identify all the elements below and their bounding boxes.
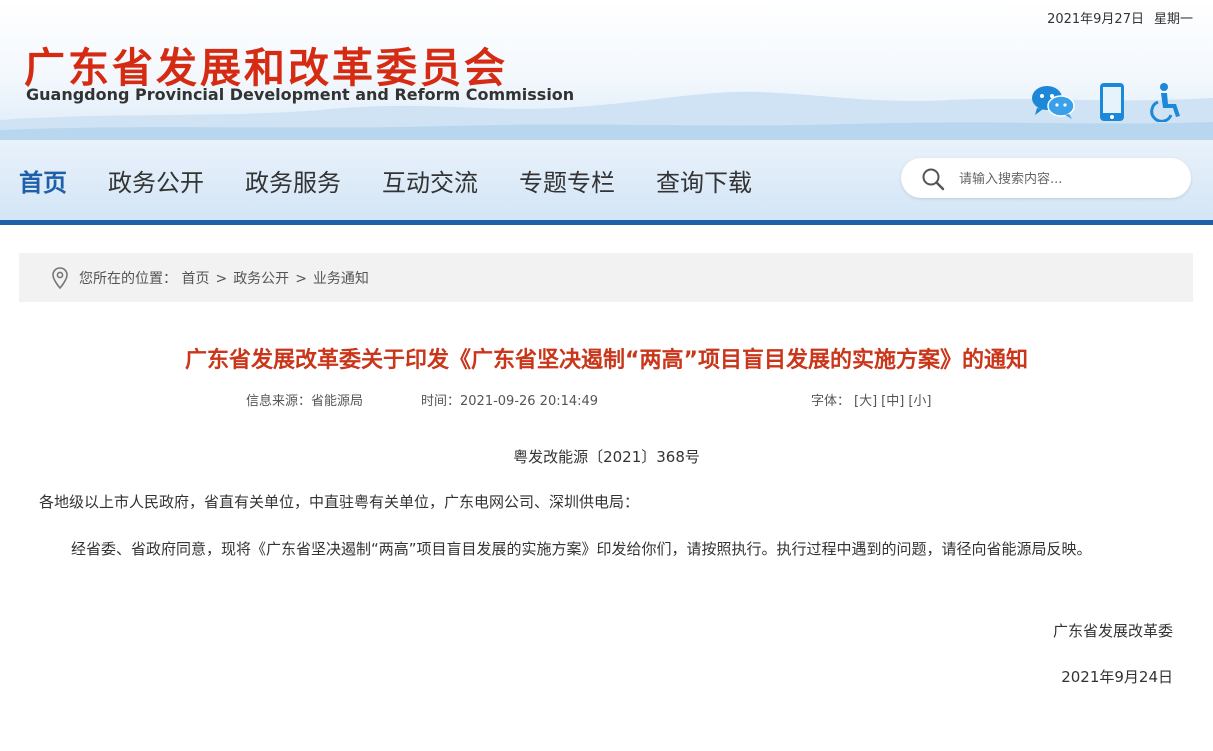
search-box <box>901 158 1191 198</box>
date-text: 2021年9月27日 <box>1047 12 1144 27</box>
body-paragraph: 经省委、省政府同意，现将《广东省坚决遏制“两高”项目盲目发展的实施方案》印发给你… <box>71 540 1092 558</box>
header-quick-icons <box>1007 82 1183 122</box>
font-size-controls: 字体： [大] [中] [小] <box>811 390 931 409</box>
site-logo-en: Guangdong Provincial Development and Ref… <box>26 85 575 104</box>
font-size-medium[interactable]: [中] <box>881 394 904 409</box>
article-time: 时间：2021-09-26 20:14:49 <box>421 394 599 409</box>
breadcrumb-label: 您所在的位置： <box>79 271 177 287</box>
breadcrumb-item-home[interactable]: 首页 <box>181 271 209 287</box>
nav-menu: 首页 政务公开 政务服务 互动交流 专题专栏 查询下载 <box>19 140 793 220</box>
site-header: 2021年9月27日 星期一 广东省发展和改革委员会 Guangdong Prov… <box>0 0 1213 140</box>
font-size-label: 字体： <box>811 394 851 409</box>
article-title: 广东省发展改革委关于印发《广东省坚决遏制“两高”项目盲目发展的实施方案》的通知 <box>185 348 1028 373</box>
font-size-small[interactable]: [小] <box>908 394 931 409</box>
breadcrumb-item-government-affairs[interactable]: 政务公开 <box>233 271 289 287</box>
article-source: 信息来源：省能源局 <box>246 394 364 409</box>
signer-organization: 广东省发展改革委 <box>1052 622 1173 640</box>
breadcrumb-separator: > <box>295 271 307 287</box>
current-date: 2021年9月27日 星期一 <box>1037 8 1193 27</box>
breadcrumb: 您所在的位置： 首页 > 政务公开 > 业务通知 <box>19 253 1193 302</box>
breadcrumb-text: 您所在的位置： 首页 > 政务公开 > 业务通知 <box>79 268 369 288</box>
sign-date: 2021年9月24日 <box>1061 668 1173 686</box>
accessibility-icon[interactable] <box>1149 82 1183 122</box>
document-number: 粤发改能源〔2021〕368号 <box>513 448 700 466</box>
location-pin-icon <box>52 267 68 289</box>
breadcrumb-item-business-notice[interactable]: 业务通知 <box>313 271 369 287</box>
mobile-icon[interactable] <box>1099 82 1125 122</box>
wechat-icon[interactable] <box>1031 84 1075 120</box>
nav-item-interaction[interactable]: 互动交流 <box>382 163 478 198</box>
nav-item-home[interactable]: 首页 <box>19 163 67 198</box>
search-icon[interactable] <box>921 167 945 191</box>
breadcrumb-separator: > <box>215 271 228 287</box>
nav-item-query-download[interactable]: 查询下载 <box>656 163 752 198</box>
nav-item-government-affairs[interactable]: 政务公开 <box>108 163 204 198</box>
main-nav: 首页 政务公开 政务服务 互动交流 专题专栏 查询下载 <box>0 140 1213 225</box>
font-size-large[interactable]: [大] <box>854 394 877 409</box>
nav-item-government-services[interactable]: 政务服务 <box>245 163 341 198</box>
nav-item-special-topics[interactable]: 专题专栏 <box>519 163 615 198</box>
search-input[interactable] <box>957 168 1171 190</box>
weekday-text: 星期一 <box>1153 12 1193 27</box>
addressee-paragraph: 各地级以上市人民政府，省直有关单位，中直驻粤有关单位，广东电网公司、深圳供电局： <box>39 493 640 511</box>
